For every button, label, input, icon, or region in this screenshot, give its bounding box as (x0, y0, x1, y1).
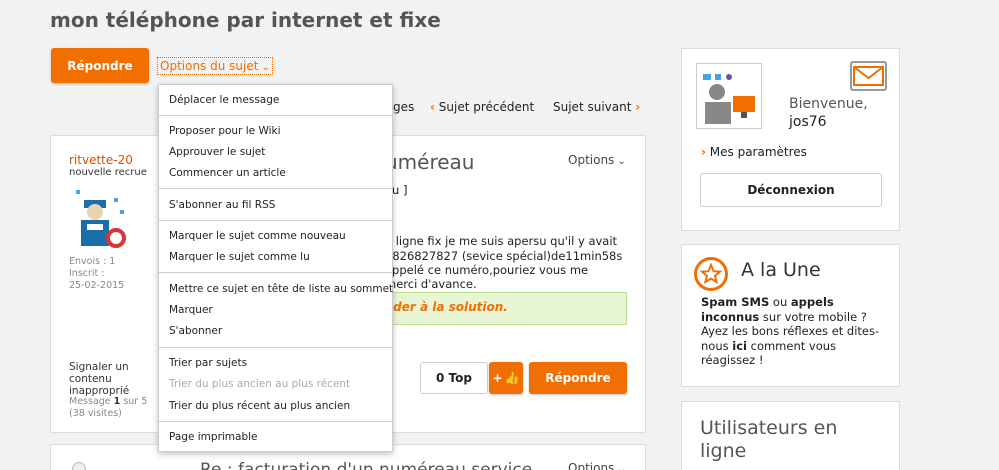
post-count: Envois : 1 (69, 256, 116, 267)
featured-title: A la Une (741, 259, 821, 281)
chevron-down-icon: ⌄ (261, 62, 270, 73)
menu-item-mark-read[interactable]: Marquer le sujet comme lu (169, 251, 310, 263)
msgcount-suffix: sur 5 (120, 396, 148, 407)
member-since-label: Inscrit : (69, 268, 105, 279)
menu-item-move-message[interactable]: Déplacer le message (169, 94, 279, 106)
chevron-left-icon: ‹ (430, 100, 435, 114)
post-2-options-label: Options (568, 461, 615, 470)
featured-bold-1: Spam SMS (701, 295, 770, 309)
report-link[interactable]: Signaler un contenu inapproprié (69, 361, 149, 397)
topic-options-label: Options du sujet (160, 59, 259, 73)
menu-item-sort-threaded[interactable]: Trier par sujets (169, 357, 247, 369)
my-settings-label: Mes paramètres (709, 145, 807, 159)
menu-item-start-article[interactable]: Commencer un article (169, 167, 286, 179)
pages-link[interactable]: ges (393, 100, 414, 114)
menu-item-rss[interactable]: S'abonner au fil RSS (169, 199, 275, 211)
menu-item-subscribe[interactable]: S'abonner (169, 325, 222, 337)
next-topic-link[interactable]: Sujet suivant › (553, 100, 640, 114)
kudos-button[interactable]: 0 Top (420, 362, 488, 394)
post-body-line: a ligne fix je me suis apersu qu'il y av… (385, 234, 618, 248)
topic-options-menu: Déplacer le message Proposer pour le Wik… (158, 84, 393, 452)
menu-item-bookmark[interactable]: Marquer (169, 304, 213, 316)
post-options-label: Options (568, 153, 615, 167)
visit-count: (38 visites) (69, 408, 122, 419)
menu-item-sort-oldest: Trier du plus ancien au plus récent (169, 378, 351, 390)
featured-link[interactable]: ici (732, 339, 747, 353)
thumbs-up-icon: 👍 (504, 371, 520, 385)
post-title: uméreau (385, 150, 475, 174)
post-body-line: appelé ce numéro,pouriez vous me (385, 263, 589, 277)
star-icon (694, 257, 728, 291)
member-since-date: 25-02-2015 (69, 280, 125, 291)
menu-item-propose-wiki[interactable]: Proposer pour le Wiki (169, 125, 281, 137)
menu-divider (159, 115, 392, 116)
chevron-right-icon: › (635, 100, 641, 114)
post-options-button[interactable]: Options ⌄ (568, 153, 626, 167)
reply-button-top[interactable]: Répondre (51, 48, 149, 83)
my-settings-link[interactable]: › Mes paramètres (701, 145, 807, 159)
post-body-line: 0826827827 (sevice spécial)de11min58s (385, 249, 623, 263)
menu-divider (159, 347, 392, 348)
menu-divider (159, 188, 392, 189)
prev-topic-link[interactable]: ‹ Sujet précédent (430, 100, 534, 114)
msgcount-prefix: Message (69, 396, 114, 407)
menu-divider (159, 272, 392, 273)
menu-item-pin-topic[interactable]: Mettre ce sujet en tête de liste au somm… (169, 283, 393, 295)
menu-item-mark-new[interactable]: Marquer le sujet comme nouveau (169, 230, 346, 242)
menu-item-approve-topic[interactable]: Approuver le sujet (169, 146, 265, 158)
solution-link[interactable]: éder à la solution. (385, 300, 508, 314)
avatar (72, 188, 130, 250)
featured-text: Spam SMS ou appels inconnus sur votre mo… (701, 295, 881, 368)
featured-text-1: ou (769, 295, 791, 309)
plus-label: + (492, 371, 503, 385)
page-title: mon téléphone par internet et fixe (50, 8, 441, 32)
post-2-options-button[interactable]: Options ⌄ (568, 461, 626, 470)
menu-divider (159, 220, 392, 221)
online-users-title: Utilisateurs en ligne (700, 417, 838, 462)
avatar[interactable] (696, 63, 762, 129)
give-kudos-button[interactable]: + 👍 (489, 362, 523, 394)
page: mon téléphone par internet et fixe Répon… (0, 0, 999, 470)
menu-item-sort-newest[interactable]: Trier du plus récent au plus ancien (169, 400, 350, 412)
next-topic-label: Sujet suivant (553, 100, 632, 114)
post-author-rank: nouvelle recrue (69, 167, 147, 178)
post-2-title: Re : facturation d'un numéreau service (200, 460, 533, 470)
mail-icon[interactable] (850, 61, 887, 91)
topic-options-button[interactable]: Options du sujet ⌄ (157, 57, 273, 75)
message-count: Message 1 sur 5 (38 visites) (69, 396, 159, 420)
menu-item-printable[interactable]: Page imprimable (169, 431, 258, 443)
logout-button[interactable]: Déconnexion (700, 173, 882, 207)
post-body-line: merci d'avance. (385, 277, 477, 291)
post-author[interactable]: ritvette-20 (69, 153, 133, 167)
prev-topic-label: Sujet précédent (438, 100, 535, 114)
chevron-down-icon: ⌄ (617, 464, 626, 470)
username: jos76 (789, 114, 827, 130)
chevron-right-icon: › (701, 145, 706, 159)
avatar (72, 462, 86, 470)
menu-divider (159, 421, 392, 422)
chevron-down-icon: ⌄ (617, 156, 626, 167)
reply-button-post[interactable]: Répondre (529, 362, 627, 394)
welcome-label: Bienvenue, (789, 96, 868, 112)
